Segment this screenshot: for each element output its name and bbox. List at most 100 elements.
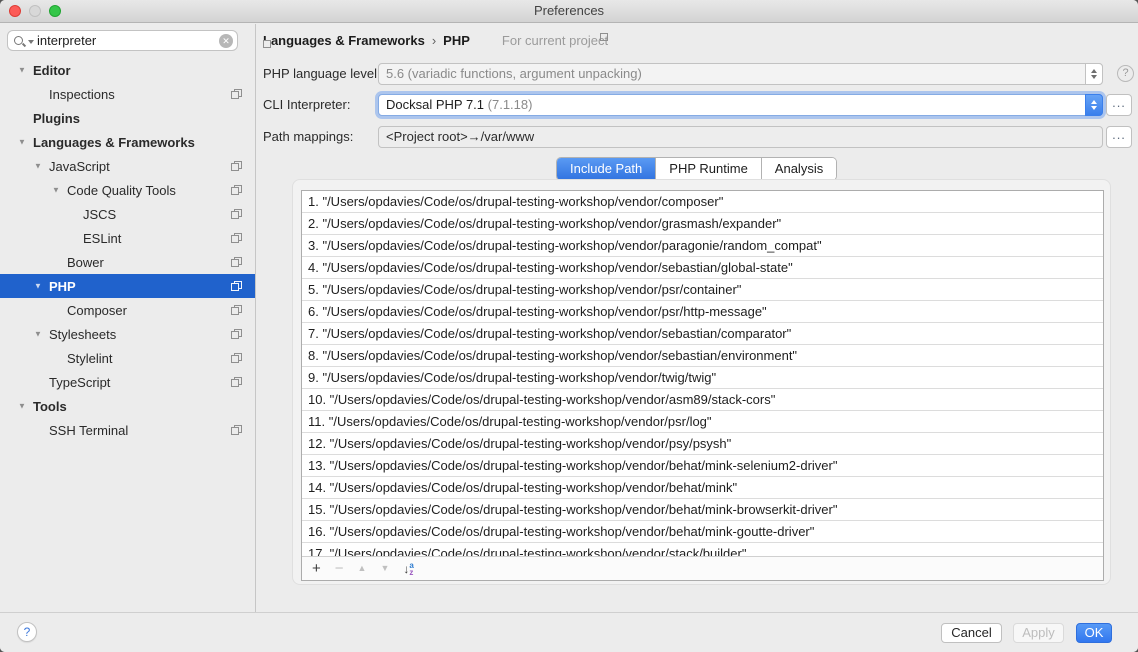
sidebar-item-eslint[interactable]: ESLint xyxy=(0,226,255,250)
sidebar-item-label: Stylelint xyxy=(67,351,113,366)
zoom-button[interactable] xyxy=(49,5,61,17)
sidebar-item-code-quality-tools[interactable]: ▼Code Quality Tools xyxy=(0,178,255,202)
settings-search-field[interactable]: ✕ xyxy=(7,30,238,51)
sidebar-item-tools[interactable]: ▼Tools xyxy=(0,394,255,418)
include-path-row[interactable]: 14. "/Users/opdavies/Code/os/drupal-test… xyxy=(302,477,1103,499)
shared-settings-icon xyxy=(486,36,497,46)
path-mappings-value: <Project root>→/var/www xyxy=(386,129,534,144)
include-path-toolbar: +−▲▼↓az xyxy=(302,556,1103,580)
sidebar-item-ssh-terminal[interactable]: SSH Terminal xyxy=(0,418,255,442)
language-level-select[interactable]: 5.6 (variadic functions, argument unpack… xyxy=(378,63,1103,85)
sidebar-item-plugins[interactable]: Plugins xyxy=(0,106,255,130)
path-mappings-field[interactable]: <Project root>→/var/www xyxy=(378,126,1103,148)
sidebar-item-stylelint[interactable]: Stylelint xyxy=(0,346,255,370)
sidebar-item-inspections[interactable]: Inspections xyxy=(0,82,255,106)
settings-tree: ▼ Editor InspectionsPlugins▼Languages & Fr… xyxy=(0,58,255,442)
shared-settings-icon xyxy=(231,353,242,363)
scope-label: For current project xyxy=(502,33,608,48)
shared-settings-icon xyxy=(231,425,242,435)
sidebar-item-label: Editor xyxy=(33,63,71,78)
sidebar-item-composer[interactable]: Composer xyxy=(0,298,255,322)
search-options-caret-icon[interactable] xyxy=(28,40,34,44)
expand-arrow-icon[interactable]: ▼ xyxy=(52,186,60,195)
include-path-row[interactable]: 15. "/Users/opdavies/Code/os/drupal-test… xyxy=(302,499,1103,521)
preferences-window: Preferences ✕ ▼EditorInspectionsPlugins▼… xyxy=(0,0,1138,652)
cli-interpreter-version: (7.1.18) xyxy=(484,97,532,112)
expand-arrow-icon[interactable]: ▼ xyxy=(18,66,26,75)
sidebar-item-jscs[interactable]: JSCS xyxy=(0,202,255,226)
include-path-row[interactable]: 10. "/Users/opdavies/Code/os/drupal-test… xyxy=(302,389,1103,411)
sidebar-item-languages-frameworks[interactable]: ▼Languages & Frameworks xyxy=(0,130,255,154)
close-button[interactable] xyxy=(9,5,21,17)
cli-interpreter-stepper-icon[interactable] xyxy=(1085,94,1103,116)
sidebar-item-label: SSH Terminal xyxy=(49,423,128,438)
include-path-row[interactable]: 8. "/Users/opdavies/Code/os/drupal-testi… xyxy=(302,345,1103,367)
breadcrumb: Languages & Frameworks › PHP For current… xyxy=(263,33,608,48)
help-icon[interactable]: ? xyxy=(1117,65,1134,82)
tab-php-runtime[interactable]: PHP Runtime xyxy=(655,158,761,180)
traffic-lights xyxy=(9,5,61,17)
tab-analysis[interactable]: Analysis xyxy=(761,158,836,180)
include-path-row[interactable]: 13. "/Users/opdavies/Code/os/drupal-test… xyxy=(302,455,1103,477)
sidebar-item-label: JavaScript xyxy=(49,159,110,174)
include-path-row[interactable]: 9. "/Users/opdavies/Code/os/drupal-testi… xyxy=(302,367,1103,389)
sidebar-item-label: JSCS xyxy=(83,207,116,222)
expand-arrow-icon[interactable]: ▼ xyxy=(18,402,26,411)
cli-interpreter-browse-button[interactable]: ... xyxy=(1106,94,1132,116)
sidebar-item-label: Composer xyxy=(67,303,127,318)
expand-arrow-icon[interactable]: ▼ xyxy=(18,138,26,147)
add-icon[interactable]: + xyxy=(312,561,321,576)
include-path-list[interactable]: 1. "/Users/opdavies/Code/os/drupal-testi… xyxy=(302,191,1103,556)
sidebar-item-label: Bower xyxy=(67,255,104,270)
expand-arrow-icon[interactable]: ▼ xyxy=(34,330,42,339)
include-path-row[interactable]: 3. "/Users/opdavies/Code/os/drupal-testi… xyxy=(302,235,1103,257)
sidebar-item-bower[interactable]: Bower xyxy=(0,250,255,274)
include-path-row[interactable]: 4. "/Users/opdavies/Code/os/drupal-testi… xyxy=(302,257,1103,279)
cli-interpreter-label: CLI Interpreter: xyxy=(263,94,350,116)
include-path-panel: 1. "/Users/opdavies/Code/os/drupal-testi… xyxy=(292,179,1111,585)
include-path-row[interactable]: 6. "/Users/opdavies/Code/os/drupal-testi… xyxy=(302,301,1103,323)
language-level-label: PHP language level: xyxy=(263,63,381,85)
shared-settings-icon xyxy=(231,305,242,315)
include-path-row[interactable]: 2. "/Users/opdavies/Code/os/drupal-testi… xyxy=(302,213,1103,235)
breadcrumb-languages-frameworks[interactable]: Languages & Frameworks xyxy=(263,33,425,48)
sidebar-item-editor[interactable]: ▼ Editor xyxy=(0,58,255,82)
sidebar-item-label: Stylesheets xyxy=(49,327,116,342)
search-input[interactable] xyxy=(37,33,219,48)
sidebar-item-typescript[interactable]: TypeScript xyxy=(0,370,255,394)
sidebar-item-label: TypeScript xyxy=(49,375,110,390)
language-level-stepper-icon[interactable] xyxy=(1085,63,1103,85)
php-settings-tabs: Include PathPHP RuntimeAnalysis xyxy=(556,157,837,181)
sidebar-item-label: ESLint xyxy=(83,231,121,246)
apply-button[interactable]: Apply xyxy=(1013,623,1064,643)
remove-icon: − xyxy=(335,561,344,576)
sort-alphabetically-icon[interactable]: ↓az xyxy=(403,562,413,576)
include-path-row[interactable]: 1. "/Users/opdavies/Code/os/drupal-testi… xyxy=(302,191,1103,213)
clear-search-icon[interactable]: ✕ xyxy=(219,34,233,48)
sidebar-item-stylesheets[interactable]: ▼ Stylesheets xyxy=(0,322,255,346)
cancel-button[interactable]: Cancel xyxy=(941,623,1002,643)
include-path-row[interactable]: 16. "/Users/opdavies/Code/os/drupal-test… xyxy=(302,521,1103,543)
expand-arrow-icon[interactable]: ▼ xyxy=(34,282,42,291)
cli-interpreter-value: Docksal PHP 7.1 xyxy=(386,97,484,112)
ok-button[interactable]: OK xyxy=(1076,623,1112,643)
expand-arrow-icon[interactable]: ▼ xyxy=(34,162,42,171)
tab-include-path[interactable]: Include Path xyxy=(557,158,655,180)
path-mappings-browse-button[interactable]: ... xyxy=(1106,126,1132,148)
sidebar-item-javascript[interactable]: ▼ JavaScript xyxy=(0,154,255,178)
minimize-button[interactable] xyxy=(29,5,41,17)
include-path-row[interactable]: 7. "/Users/opdavies/Code/os/drupal-testi… xyxy=(302,323,1103,345)
language-level-value: 5.6 (variadic functions, argument unpack… xyxy=(386,66,642,81)
settings-sidebar: ✕ ▼ Editor InspectionsPlugins▼Languages & … xyxy=(0,24,256,612)
include-path-row[interactable]: 5. "/Users/opdavies/Code/os/drupal-testi… xyxy=(302,279,1103,301)
sidebar-item-label: PHP xyxy=(49,279,76,294)
include-path-row[interactable]: 11. "/Users/opdavies/Code/os/drupal-test… xyxy=(302,411,1103,433)
help-button[interactable]: ? xyxy=(17,622,37,642)
shared-settings-icon xyxy=(231,281,242,291)
path-mappings-label: Path mappings: xyxy=(263,126,353,148)
sidebar-item-php[interactable]: ▼ PHP xyxy=(0,274,255,298)
include-path-row[interactable]: 17. "/Users/opdavies/Code/os/drupal-test… xyxy=(302,543,1103,556)
breadcrumb-php: PHP xyxy=(443,33,470,48)
cli-interpreter-select[interactable]: Docksal PHP 7.1 (7.1.18) xyxy=(378,94,1103,116)
include-path-row[interactable]: 12. "/Users/opdavies/Code/os/drupal-test… xyxy=(302,433,1103,455)
